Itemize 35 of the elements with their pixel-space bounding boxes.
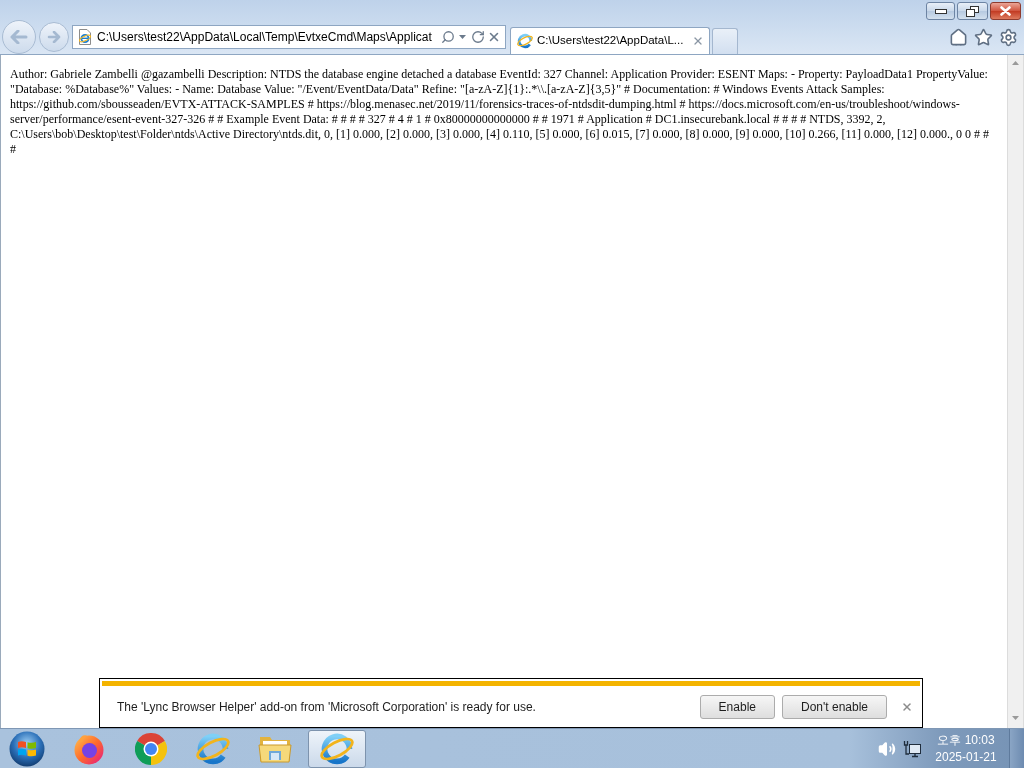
- taskbar-button[interactable]: [308, 729, 366, 768]
- caret-up-icon[interactable]: [1012, 61, 1019, 65]
- tab[interactable]: C:\Users\test22\AppData\L...: [510, 27, 710, 54]
- close-icon: [1000, 6, 1011, 16]
- address-field[interactable]: C:\Users\test22\AppData\Local\Temp\EvtxeCmd\Maps\Applicat: [97, 28, 441, 46]
- enable-button[interactable]: Enable: [699, 694, 775, 719]
- network-icon[interactable]: [903, 739, 921, 758]
- settings-icon[interactable]: [999, 27, 1018, 47]
- page-icon: [77, 29, 93, 45]
- segmented-circle-icon: [135, 732, 167, 765]
- refresh-icon[interactable]: [471, 30, 485, 44]
- start-orb-icon: [9, 730, 45, 767]
- notification-text: The 'Lync Browser Helper' add-on from 'Microsoft Corporation' is ready for use.: [117, 698, 536, 716]
- home-icon[interactable]: [949, 27, 968, 47]
- minimize-icon: [934, 8, 947, 14]
- star-icon[interactable]: [974, 27, 993, 47]
- e-logo-icon: [320, 731, 354, 766]
- minimize-button[interactable]: [926, 2, 955, 20]
- restore-button[interactable]: [957, 2, 988, 20]
- e-logo-icon: [196, 731, 230, 766]
- caret-down-icon[interactable]: [459, 35, 466, 39]
- speaker-icon[interactable]: [878, 739, 896, 758]
- close-button[interactable]: [990, 2, 1021, 20]
- flame-globe-icon: [73, 732, 105, 765]
- page-text: Author: Gabriele Zambelli @gazambelli Description: NTDS the database engine detached a database EventId: 327 Channel: Application Provider: ESENT Maps: - Property: PayloadData1 PropertyValue: "Database: %Database%" Values: - Name: Database Value: "/Event/EventData/Data" Refine: "[a-zA-Z]{1}:.*\\.[a-zA-Z]{3,5}" # Documentation: # Windows Events Attack Samples: https://github.com/sbousseaden/EVTX-ATTACK-SAMPLES # https://blog.menasec.net/2019/11/forensics-traces-of-ntdsdit-dumping.html # https://docs.microsoft.com/en-us/troubleshoot/windows- server/performance/esent-event-327-326 # # Example Event Data: # # # # 327 # 4 # 1 # 0x80000000000000 # # 1971 # Application # DC1.insecurebank.local # # # # NTDS, 3392, 2, C:\Users\bob\Desktop\test\Folder\ntds\Active Directory\ntds.dit, 0, [1] 0.000, [2] 0.000, [3] 0.000, [4] 0.110, [5] 0.000, [6] 0.015, [7] 0.000, [8] 0.000, [9] 0.000, [10] 0.266, [11] 0.000, [12] 0.000., 0 0 # # #: [10, 67, 989, 157]
- close-icon[interactable]: [487, 30, 501, 44]
- close-icon[interactable]: [901, 700, 913, 713]
- e-logo-icon: [517, 33, 533, 49]
- arrow-left-icon: [10, 30, 28, 44]
- search-icon[interactable]: [441, 30, 455, 44]
- arrow-right-icon: [47, 31, 61, 43]
- restore-icon: [966, 5, 979, 17]
- close-icon[interactable]: [692, 35, 704, 47]
- caret-down-icon[interactable]: [1012, 716, 1019, 720]
- dont-enable-button[interactable]: Don't enable: [782, 694, 887, 719]
